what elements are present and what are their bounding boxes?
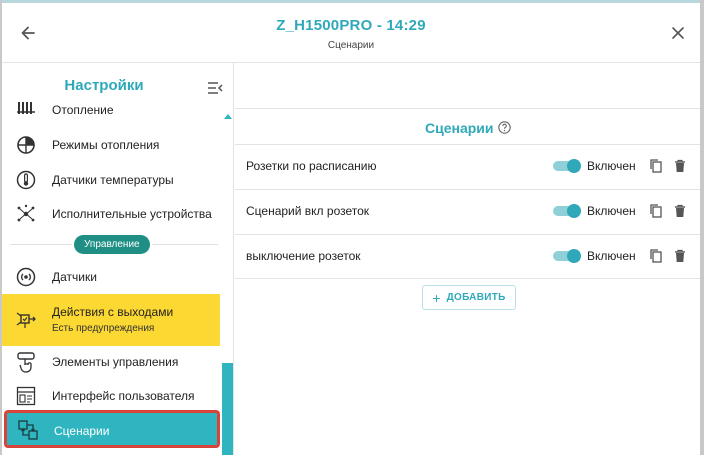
page-subtitle: Сценарии [327, 40, 375, 51]
scenario-row: выключение розеток Включен [235, 234, 700, 279]
settings-sidebar: Настройки Отопление Режимы отопления Дат… [2, 63, 234, 455]
copy-icon[interactable] [648, 158, 664, 174]
heating-modes-icon [15, 134, 37, 156]
sidebar-item-label: Действия с выходами [52, 305, 174, 319]
sidebar-item-label: Интерфейс пользователя [52, 389, 195, 403]
panel-divider [235, 108, 700, 109]
add-scenario-button[interactable]: + ДОБАВИТЬ [422, 285, 516, 310]
sidebar-item-label: Отопление [52, 103, 114, 117]
scenario-status: Включен [587, 159, 636, 173]
section-chip-control: Управление [74, 235, 150, 254]
section-divider [10, 244, 72, 245]
radiator-icon [15, 97, 37, 119]
sidebar-title: Настройки [64, 77, 144, 94]
sidebar-item-controls[interactable]: Элементы управления [2, 349, 220, 375]
scenario-status: Включен [587, 249, 636, 263]
copy-icon[interactable] [648, 203, 664, 219]
sidebar-item-actuators[interactable]: Исполнительные устройства [2, 201, 220, 227]
device-title: Z_H1500PRO - 14:29 [276, 17, 426, 34]
sidebar-item-label: Элементы управления [52, 355, 179, 369]
section-divider [152, 244, 218, 245]
add-button-label: ДОБАВИТЬ [446, 292, 506, 303]
sidebar-item-heating[interactable]: Отопление [2, 101, 220, 121]
scenario-name: Сценарий вкл розеток [246, 204, 370, 218]
sidebar-item-label: Датчики температуры [52, 173, 174, 187]
scenario-status: Включен [587, 204, 636, 218]
sidebar-item-output-actions[interactable]: Действия с выходами Есть предупреждения [2, 294, 220, 346]
controls-icon [15, 351, 37, 373]
sidebar-item-scenarios[interactable]: Сценарии [4, 410, 220, 448]
sidebar-item-sensors[interactable]: Датчики [2, 264, 220, 290]
close-icon[interactable] [670, 25, 686, 41]
scenario-name: выключение розеток [246, 249, 361, 263]
help-icon[interactable] [498, 121, 511, 134]
sidebar-item-temp-sensors[interactable]: Датчики температуры [2, 167, 220, 193]
window-frame-right [700, 0, 704, 455]
sidebar-scroll-thumb[interactable] [222, 363, 233, 455]
outputs-actions-icon [15, 309, 37, 331]
scenario-enable-toggle[interactable] [553, 159, 581, 173]
copy-icon[interactable] [648, 248, 664, 264]
scenario-row: Розетки по расписанию Включен [235, 144, 700, 189]
plus-icon: + [432, 289, 441, 306]
delete-icon[interactable] [672, 203, 688, 219]
scenarios-panel: Сценарии Розетки по расписанию Включен С… [235, 63, 700, 455]
scenario-enable-toggle[interactable] [553, 249, 581, 263]
sidebar-item-heating-modes[interactable]: Режимы отопления [2, 132, 220, 158]
thermometer-icon [15, 169, 37, 191]
sidebar-item-label: Исполнительные устройства [52, 207, 212, 221]
collapse-menu-icon[interactable] [207, 81, 223, 95]
delete-icon[interactable] [672, 248, 688, 264]
sensor-icon [15, 266, 37, 288]
scenarios-icon [17, 419, 39, 441]
scenario-name: Розетки по расписанию [246, 159, 377, 173]
delete-icon[interactable] [672, 158, 688, 174]
panel-title: Сценарии [425, 120, 494, 136]
sidebar-item-label: Режимы отопления [52, 138, 160, 152]
warning-sublabel: Есть предупреждения [52, 323, 155, 334]
scroll-up-arrow-icon[interactable] [224, 114, 232, 119]
sidebar-item-user-interface[interactable]: Интерфейс пользователя [2, 383, 220, 409]
user-interface-icon [15, 385, 37, 407]
sidebar-item-label: Сценарии [54, 424, 110, 438]
scenario-row: Сценарий вкл розеток Включен [235, 189, 700, 234]
actuators-icon [15, 203, 37, 225]
scenario-enable-toggle[interactable] [553, 204, 581, 218]
app-header: Z_H1500PRO - 14:29 Сценарии [2, 3, 700, 62]
sidebar-item-label: Датчики [52, 270, 97, 284]
